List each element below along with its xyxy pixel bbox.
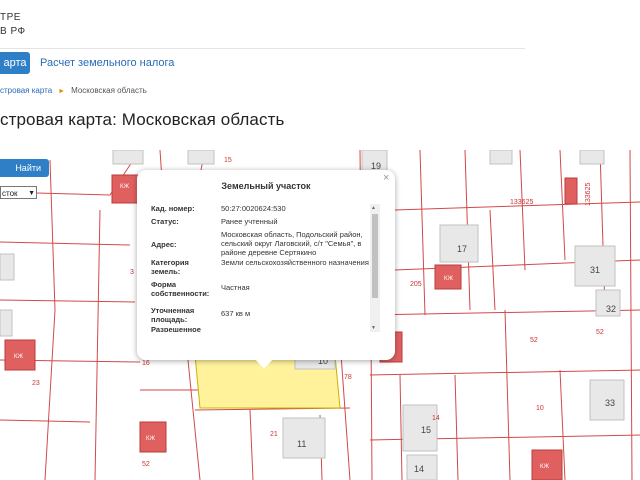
info-key: Кад. номер:: [151, 204, 195, 213]
tab-cadastral-map[interactable]: арта: [0, 52, 30, 74]
map-building-label: КЖ: [444, 276, 453, 282]
map-parcel-label: 16: [142, 360, 150, 367]
map-parcel-label: 205: [410, 281, 422, 288]
popup-scrollbar[interactable]: ▲ ▼: [370, 204, 380, 332]
page-title: стровая карта: Московская область: [0, 110, 285, 129]
map-parcel-label: 17: [457, 244, 467, 254]
info-key: Статус:: [151, 217, 179, 226]
map-parcel-label: 15: [224, 157, 232, 164]
map-parcel-label: 21: [270, 431, 278, 438]
scroll-down-icon[interactable]: ▼: [371, 325, 376, 331]
scrollbar-thumb[interactable]: [372, 214, 378, 298]
map-parcel-label: 11: [297, 439, 306, 449]
breadcrumb: стровая карта ► Московская область: [0, 86, 147, 95]
info-value: Земли сельскохозяйственного назначения: [221, 258, 369, 267]
breadcrumb-current: Московская область: [71, 86, 147, 95]
info-value: Московская область, Подольский район, се…: [221, 230, 363, 257]
map-parcel-label: 33: [605, 398, 615, 408]
map-parcel-label: 32: [606, 304, 616, 314]
map-parcel-label: 15: [421, 425, 431, 435]
map-building-label: КЖ: [120, 184, 129, 190]
map-parcel-label: 133625: [510, 199, 533, 206]
map-parcel-label: 52: [142, 461, 150, 468]
map-parcel-label: 3: [130, 269, 134, 276]
info-value: 637 кв м: [221, 309, 251, 318]
info-key: Адрес:: [151, 240, 177, 249]
map-building-label: КЖ: [14, 354, 23, 360]
info-value: 50:27:0020624:530: [221, 204, 286, 213]
parcel-info-popup: Земельный участок × Кад. номер: 50:27:00…: [137, 170, 395, 360]
map-building-label: КЖ: [146, 436, 155, 442]
search-button[interactable]: Найти: [0, 159, 49, 177]
breadcrumb-link-map[interactable]: стровая карта: [0, 86, 52, 95]
brand-text-line-2: В РФ: [0, 26, 26, 37]
map-parcel-label: 14: [432, 415, 440, 422]
header-divider: [0, 48, 525, 49]
map-parcel-label: 52: [530, 337, 538, 344]
close-icon[interactable]: ×: [383, 172, 389, 184]
site-header: ТРЕ В РФ: [0, 0, 640, 48]
map-parcel-label: 31: [590, 265, 600, 275]
map-parcel-label: 52: [596, 329, 604, 336]
popup-title: Земельный участок: [221, 181, 311, 191]
map-parcel-label: 133625: [585, 183, 592, 206]
info-value: Ранее учтенный: [221, 217, 278, 226]
map-building-label: КЖ: [540, 464, 549, 470]
map-parcel-label: 78: [344, 374, 352, 381]
breadcrumb-separator-icon: ►: [58, 88, 66, 95]
brand-text-line-1: ТРЕ: [0, 12, 21, 23]
info-key: Разрешенное: [151, 325, 201, 332]
chevron-down-icon: ▼: [28, 190, 35, 197]
info-key: Категория земель:: [151, 258, 189, 276]
info-key: Форма собственности:: [151, 280, 210, 298]
popup-pointer: [255, 359, 273, 369]
map-parcel-label: 14: [414, 464, 424, 474]
map-parcel-label: 10: [536, 405, 544, 412]
info-value: Частная: [221, 283, 250, 292]
info-key: Уточненная площадь:: [151, 306, 195, 324]
popup-body[interactable]: Кад. номер: 50:27:0020624:530 Статус: Ра…: [151, 202, 381, 332]
scroll-up-icon[interactable]: ▲: [371, 205, 376, 211]
object-type-select[interactable]: сток ▼: [0, 186, 37, 199]
tab-land-tax-calculation[interactable]: Расчет земельного налога: [40, 52, 174, 74]
object-type-select-value: сток: [2, 189, 18, 198]
map-parcel-label: 23: [32, 380, 40, 387]
